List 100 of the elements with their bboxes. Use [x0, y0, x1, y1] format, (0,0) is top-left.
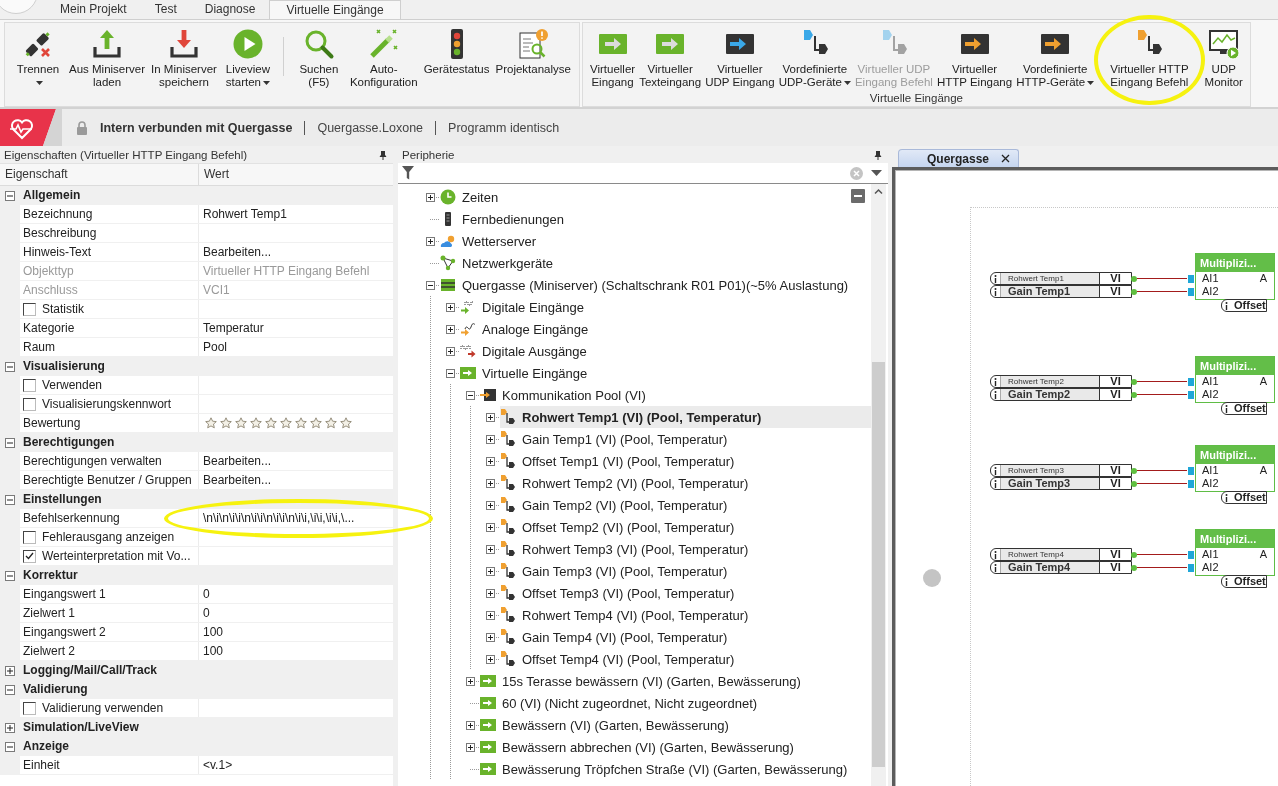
expand-icon[interactable]	[485, 500, 495, 510]
expand-icon[interactable]	[465, 742, 475, 752]
tree-item[interactable]: Rohwert Temp3 (VI) (Pool, Temperatur)	[500, 538, 871, 560]
expand-icon[interactable]	[5, 665, 15, 676]
pin-icon[interactable]	[874, 149, 882, 160]
reference-label: Gain Temp1	[1000, 286, 1099, 297]
collapse-all-icon[interactable]	[851, 189, 865, 203]
tree-item[interactable]: Zeiten	[440, 186, 871, 208]
tree-item[interactable]: Quergasse (Miniserver) (Schaltschrank R01 P01)(~5% Auslastung)	[440, 274, 871, 296]
tree-item[interactable]: Offset Temp3 (VI) (Pool, Temperatur)	[500, 582, 871, 604]
tree-item[interactable]: Virtuelle Eingänge	[460, 362, 871, 384]
tree-item[interactable]: Rohwert Temp4 (VI) (Pool, Temperatur)	[500, 604, 871, 626]
sun-cloud-icon	[440, 233, 456, 249]
property-name: Bewertung	[23, 415, 81, 432]
checkbox[interactable]	[23, 530, 36, 544]
filter-icon[interactable]	[402, 166, 414, 180]
expand-icon[interactable]	[425, 236, 435, 246]
virtual-input-button[interactable]: Virtueller UDP Eingang	[703, 23, 777, 92]
expand-icon[interactable]	[485, 588, 495, 598]
close-icon[interactable]	[1001, 154, 1011, 163]
expand-icon[interactable]	[445, 346, 455, 356]
liveview-button[interactable]: Liveview starten	[219, 23, 276, 92]
expand-icon[interactable]	[485, 544, 495, 554]
expand-icon[interactable]	[445, 324, 455, 334]
property-name: Bezeichnung	[23, 206, 93, 223]
auto-config-button[interactable]: Auto- Konfiguration	[346, 23, 421, 92]
expand-icon[interactable]	[485, 632, 495, 642]
tree-item[interactable]: Netzwerkgeräte	[440, 252, 871, 274]
tree-item[interactable]: Gain Temp1 (VI) (Pool, Temperatur)	[500, 428, 871, 450]
tree-item[interactable]: Analoge Eingänge	[460, 318, 871, 340]
filter-field[interactable]	[398, 163, 888, 184]
ribbon-tab[interactable]: Diagnose	[190, 0, 270, 19]
upload-button[interactable]: Aus Miniserver laden	[66, 23, 149, 92]
checkbox[interactable]	[23, 397, 36, 411]
command-input-button[interactable]: Virtueller HTTP Eingang Befehl	[1108, 23, 1191, 92]
tree-item[interactable]: Gain Temp3 (VI) (Pool, Temperatur)	[500, 560, 871, 582]
checkbox[interactable]	[23, 701, 36, 715]
virtual-input-button[interactable]: Virtueller Texteingang	[637, 23, 704, 92]
tree-item[interactable]: Rohwert Temp2 (VI) (Pool, Temperatur)	[500, 472, 871, 494]
tree-item[interactable]: Bewässern (VI) (Garten, Bewässerung)	[480, 714, 871, 736]
tree-item[interactable]: Offset Temp4 (VI) (Pool, Temperatur)	[500, 648, 871, 670]
expand-icon[interactable]	[485, 566, 495, 576]
ribbon-tab[interactable]: Virtuelle Eingänge	[269, 0, 401, 19]
collapse-icon[interactable]	[445, 368, 455, 378]
section-title: Anzeige	[22, 738, 70, 755]
ribbon-tab[interactable]: Mein Projekt	[46, 0, 141, 19]
virtual-input-button[interactable]: Vordefinierte HTTP-Geräte	[1014, 23, 1097, 92]
checkbox[interactable]	[23, 549, 36, 563]
tree-item[interactable]: Kommunikation Pool (VI)	[480, 384, 871, 406]
expand-icon[interactable]	[485, 610, 495, 620]
checkbox[interactable]	[23, 302, 36, 316]
tree-item[interactable]: Gain Temp2 (VI) (Pool, Temperatur)	[500, 494, 871, 516]
scrollbar-thumb[interactable]	[872, 362, 885, 767]
tree-item[interactable]: Wetterserver	[440, 230, 871, 252]
tree-item[interactable]: Gain Temp4 (VI) (Pool, Temperatur)	[500, 626, 871, 648]
tree-item[interactable]: Bewässern abbrechen (VI) (Garten, Bewässerung)	[480, 736, 871, 758]
tree-item[interactable]: Fernbedienungen	[440, 208, 871, 230]
ribbon-tab[interactable]: Test	[140, 0, 191, 19]
star-rating[interactable]	[205, 417, 352, 429]
expand-icon[interactable]	[5, 722, 15, 733]
download-button[interactable]: In Miniserver speichern	[148, 23, 220, 92]
property-value: 0	[203, 605, 210, 622]
tree-item[interactable]: Digitale Ausgänge	[460, 340, 871, 362]
section-title: Korrektur	[22, 567, 79, 584]
expand-icon[interactable]	[465, 720, 475, 730]
pin-icon[interactable]	[379, 149, 387, 160]
expand-icon[interactable]	[485, 522, 495, 532]
search-button[interactable]: Suchen (F5)	[290, 23, 347, 92]
analysis-button[interactable]: Projektanalyse	[492, 23, 574, 92]
tree-item[interactable]: Rohwert Temp1 (VI) (Pool, Temperatur)	[500, 406, 871, 428]
expand-icon[interactable]	[465, 676, 475, 686]
tree-item[interactable]: Offset Temp2 (VI) (Pool, Temperatur)	[500, 516, 871, 538]
document-tab[interactable]: Quergasse	[898, 149, 1020, 167]
expand-icon[interactable]	[485, 412, 495, 422]
property-name: Eingangswert 1	[23, 586, 106, 603]
tree-item[interactable]: 15s Terasse bewässern (VI) (Garten, Bewässerung)	[480, 670, 871, 692]
disconnect-button[interactable]: Trennen	[10, 23, 66, 92]
property-name: Validierung verwenden	[42, 700, 164, 717]
property-name: Werteinterpretation mit Vo...	[42, 548, 191, 565]
expand-icon[interactable]	[485, 456, 495, 466]
expand-icon[interactable]	[425, 192, 435, 202]
reference-label: Gain Temp2	[1000, 389, 1099, 400]
expand-icon[interactable]	[485, 478, 495, 488]
collapse-icon[interactable]	[425, 280, 435, 290]
monitor-button[interactable]: UDP Monitor	[1202, 23, 1245, 92]
expand-icon[interactable]	[485, 434, 495, 444]
tree-item[interactable]: 60 (VI) (Nicht zugeordnet, Nicht zugeordnet)	[480, 692, 871, 714]
tree-item[interactable]: Digitale Eingänge	[460, 296, 871, 318]
expand-icon[interactable]	[485, 654, 495, 664]
virtual-input-button[interactable]: Virtueller Eingang	[587, 23, 638, 92]
reference-label: Gain Temp4	[1000, 562, 1099, 573]
checkbox[interactable]	[23, 378, 36, 392]
tree-item[interactable]: Bewässerung Tröpfchen Straße (VI) (Garten, Bewässerung)	[480, 758, 871, 780]
tree-item[interactable]: Offset Temp1 (VI) (Pool, Temperatur)	[500, 450, 871, 472]
collapse-icon[interactable]	[465, 390, 475, 400]
caret-icon[interactable]	[871, 170, 882, 176]
expand-icon[interactable]	[445, 302, 455, 312]
virtual-input-button[interactable]: Virtueller HTTP Eingang	[934, 23, 1015, 92]
command-input-button[interactable]: Vordefinierte UDP-Geräte	[776, 23, 853, 92]
device-status-button[interactable]: Gerätestatus	[420, 23, 493, 92]
